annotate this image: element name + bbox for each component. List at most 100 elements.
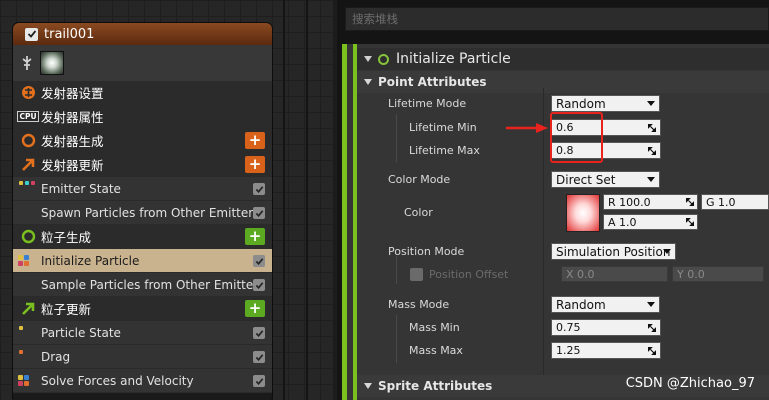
color-r-field[interactable]: R 100.0 [603, 194, 698, 210]
position-offset-x-field[interactable]: X 0.0 [561, 266, 668, 282]
module-enable-checkbox[interactable] [253, 327, 265, 339]
property-label: Lifetime Max [409, 144, 480, 157]
module-emitter-state[interactable]: Emitter State [13, 177, 272, 201]
check-icon [255, 185, 263, 193]
check-icon [27, 30, 36, 38]
annotation-highlight-box [550, 112, 603, 163]
module-label: Initialize Particle [41, 253, 140, 268]
property-label: Color Mode [388, 173, 451, 186]
mass-mode-dropdown[interactable]: Random [551, 296, 660, 313]
property-label: Lifetime Min [409, 121, 477, 134]
module-label: Emitter State [41, 181, 121, 196]
emitter-enable-checkbox[interactable] [25, 27, 38, 41]
dropdown-arrow-icon [663, 249, 671, 254]
module-initialize-particle[interactable]: Initialize Particle [13, 249, 272, 273]
module-drag[interactable]: Drag [13, 345, 272, 369]
dropdown-arrow-icon [647, 101, 655, 106]
property-label: Mass Mode [388, 298, 450, 311]
module-label: Sample Particles from Other Emitter [41, 277, 259, 292]
position-offset-y-field[interactable]: Y 0.0 [672, 266, 764, 282]
module-spawn-particles[interactable]: Spawn Particles from Other Emitter [13, 201, 272, 225]
check-icon [255, 281, 263, 289]
annotation-arrow-icon [506, 123, 548, 133]
stage-emitter-properties[interactable]: CPU 发射器属性 [13, 105, 272, 129]
check-icon [255, 329, 263, 337]
add-module-button[interactable]: + [245, 228, 265, 245]
module-title: Initialize Particle [396, 51, 511, 67]
stage-emitter-update[interactable]: 发射器更新 + [13, 153, 272, 177]
section-title: Point Attributes [378, 75, 487, 89]
module-enable-checkbox[interactable] [253, 255, 265, 267]
module-enable-checkbox[interactable] [253, 183, 265, 195]
cpu-icon-text: CPU [17, 111, 39, 122]
module-sample-particles[interactable]: Sample Particles from Other Emitter [13, 273, 272, 297]
stage-emitter-settings[interactable]: 发射器设置 [13, 81, 272, 105]
color-swatch[interactable] [566, 194, 600, 232]
stage-color-bar [342, 44, 347, 400]
module-enable-checkbox[interactable] [253, 351, 265, 363]
stage-particle-update[interactable]: 粒子更新 + [13, 297, 272, 321]
add-module-button[interactable]: + [245, 156, 265, 173]
emitter-title-bar[interactable]: trail001 [13, 23, 272, 45]
property-label: Position Mode [388, 245, 465, 258]
collapse-arrow-icon[interactable] [364, 56, 372, 62]
module-dot-icon [19, 326, 23, 330]
resize-corner-icon[interactable] [648, 324, 656, 332]
collapse-arrow-icon[interactable] [364, 79, 372, 85]
add-module-button[interactable]: + [245, 300, 265, 317]
color-g-field[interactable]: G 1.0 [701, 194, 769, 210]
add-module-button[interactable]: + [245, 132, 265, 149]
dropdown-arrow-icon [647, 302, 655, 307]
stage-particle-spawn[interactable]: 粒子生成 + [13, 225, 272, 249]
stack-search-input[interactable]: 搜索堆栈 [345, 7, 769, 31]
module-dot-icon [18, 381, 23, 386]
resize-corner-icon[interactable] [686, 198, 694, 206]
module-title-row[interactable]: Initialize Particle [357, 48, 769, 70]
module-enable-checkbox[interactable] [253, 207, 265, 219]
position-mode-dropdown[interactable]: Simulation Position [551, 243, 676, 260]
resize-corner-icon[interactable] [648, 124, 656, 132]
emitter-type-icon [22, 56, 32, 70]
dropdown-value: Random [556, 96, 606, 111]
collapse-arrow-icon[interactable] [364, 383, 372, 389]
emitter-node[interactable]: trail001 发射器设置 CPU 发射器属性 发射器生成 + 发射器更新 +… [13, 23, 272, 400]
dropdown-value: Random [556, 297, 606, 312]
niagara-editor: trail001 发射器设置 CPU 发射器属性 发射器生成 + 发射器更新 +… [0, 0, 769, 400]
stage-emitter-spawn[interactable]: 发射器生成 + [13, 129, 272, 153]
graph-canvas[interactable]: trail001 发射器设置 CPU 发射器属性 发射器生成 + 发射器更新 +… [0, 0, 333, 400]
stage-label: 粒子更新 [41, 302, 92, 317]
module-enable-checkbox[interactable] [253, 375, 265, 387]
resize-corner-icon[interactable] [648, 147, 656, 155]
emitter-spawn-icon [17, 133, 39, 148]
particle-update-icon [17, 301, 39, 316]
resize-corner-icon[interactable] [648, 347, 656, 355]
module-dot-icon [24, 375, 29, 380]
module-ring-icon [378, 53, 389, 65]
color-a-field[interactable]: A 1.0 [603, 214, 698, 230]
emitter-update-icon [17, 157, 39, 172]
field-value: A 1.0 [608, 215, 637, 229]
emitter-icons [13, 45, 272, 81]
module-label: Spawn Particles from Other Emitter [41, 205, 254, 220]
mass-min-field[interactable]: 0.75 [551, 319, 661, 336]
color-mode-dropdown[interactable]: Direct Set [551, 171, 660, 188]
point-attributes-header[interactable]: Point Attributes [357, 71, 769, 93]
module-enable-checkbox[interactable] [253, 279, 265, 291]
stage-label: 发射器属性 [41, 110, 104, 125]
field-value: X 0.0 [566, 267, 595, 281]
check-icon [255, 377, 263, 385]
lifetime-mode-dropdown[interactable]: Random [551, 95, 660, 112]
resize-corner-icon[interactable] [686, 218, 694, 226]
particle-spawn-icon [17, 229, 39, 244]
emitter-name: trail001 [44, 26, 95, 42]
module-dot-icon [18, 255, 23, 260]
module-dot-icon [18, 375, 23, 380]
graph-divider [283, 0, 285, 400]
property-label: Mass Max [409, 344, 463, 357]
module-dot-icon [31, 181, 35, 185]
module-solve-forces[interactable]: Solve Forces and Velocity [13, 369, 272, 393]
module-dot-icon [24, 261, 29, 266]
mass-max-field[interactable]: 1.25 [551, 342, 661, 359]
stage-label: 发射器更新 [41, 158, 104, 173]
module-particle-state[interactable]: Particle State [13, 321, 272, 345]
